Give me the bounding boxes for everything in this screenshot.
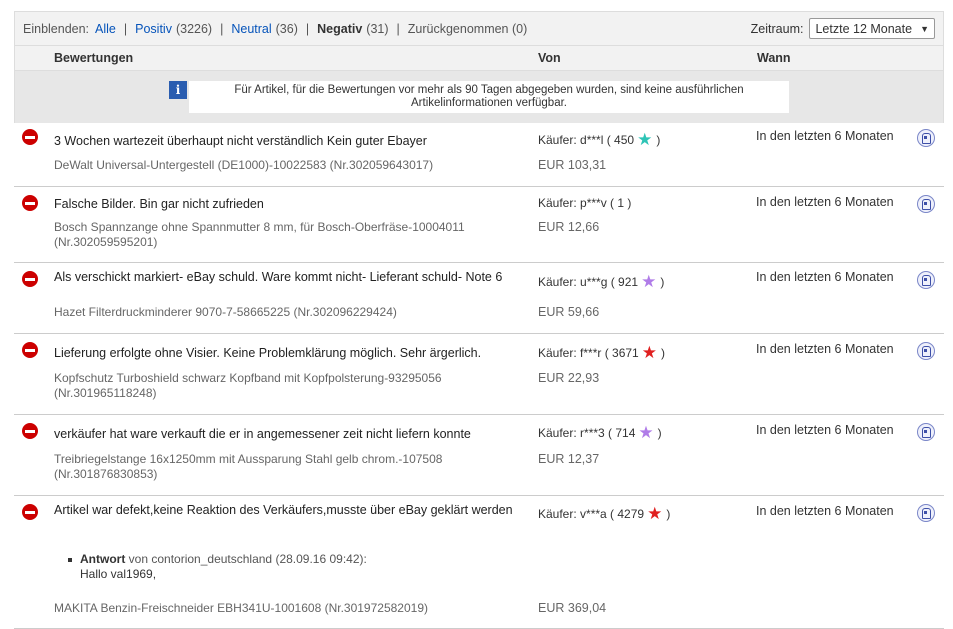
period-label: Zeitraum: xyxy=(750,21,804,36)
filter-neutral-link[interactable]: Neutral xyxy=(231,22,271,36)
star-icon: ★ xyxy=(647,504,663,523)
item-price: EUR 22,93 xyxy=(538,371,600,385)
table-row: verkäufer hat ware verkauft die er in an… xyxy=(14,415,944,496)
period-selector: Zeitraum: Letzte 12 Monate ▼ xyxy=(751,18,935,39)
negative-rating-icon xyxy=(22,195,38,211)
buyer-info: Käufer: f***r ( 3671 ★ ) xyxy=(538,343,665,362)
view-item-icon[interactable] xyxy=(917,129,935,147)
buyer-name: Käufer: f***r ( 3671 xyxy=(538,346,639,360)
feedback-time: In den letzten 6 Monaten xyxy=(756,270,894,284)
buyer-close: ) xyxy=(657,426,662,440)
item-title: Treibriegelstange 16x1250mm mit Aussparu… xyxy=(54,452,443,481)
buyer-name: Käufer: d***l ( 450 xyxy=(538,133,635,147)
column-header-when: Wann xyxy=(757,51,791,65)
buyer-name: Käufer: v***a ( 4279 xyxy=(538,507,645,521)
negative-rating-icon xyxy=(22,342,38,358)
period-value: Letzte 12 Monate xyxy=(815,21,913,36)
feedback-comment: Lieferung erfolgte ohne Visier. Keine Pr… xyxy=(54,346,482,360)
neutral-count: (36) xyxy=(275,21,298,36)
buyer-info: Käufer: r***3 ( 714 ★ ) xyxy=(538,423,662,442)
table-row: Falsche Bilder. Bin gar nicht zufrieden … xyxy=(14,187,944,263)
filter-positive-link[interactable]: Positiv xyxy=(135,22,172,36)
feedback-comment: Als verschickt markiert- eBay schuld. Wa… xyxy=(54,270,503,284)
item-title: Bosch Spannzange ohne Spannmutter 8 mm, … xyxy=(54,220,465,249)
filter-label: Einblenden: xyxy=(23,21,90,36)
buyer-name: Käufer: p***v ( 1 ) xyxy=(538,196,632,210)
item-title: DeWalt Universal-Untergestell (DE1000)-1… xyxy=(54,158,434,172)
view-item-icon[interactable] xyxy=(917,423,935,441)
feedback-time: In den letzten 6 Monaten xyxy=(756,195,894,209)
negative-rating-icon xyxy=(22,271,38,287)
separator: | xyxy=(305,21,310,36)
feedback-panel: Einblenden: Alle | Positiv (3226) | Neut… xyxy=(14,11,944,629)
star-icon: ★ xyxy=(637,130,653,149)
feedback-comment: verkäufer hat ware verkauft die er in an… xyxy=(54,427,471,441)
buyer-name: Käufer: u***g ( 921 xyxy=(538,275,639,289)
table-row: Lieferung erfolgte ohne Visier. Keine Pr… xyxy=(14,334,944,415)
feedback-time: In den letzten 6 Monaten xyxy=(756,129,894,143)
filter-bar: Einblenden: Alle | Positiv (3226) | Neut… xyxy=(14,11,944,45)
column-header-feedback: Bewertungen xyxy=(54,51,134,65)
view-item-icon[interactable] xyxy=(917,195,935,213)
filter-withdrawn: Zurückgenommen (0) xyxy=(407,21,528,36)
filter-negative-selected: Negativ xyxy=(317,21,363,36)
buyer-close: ) xyxy=(660,275,665,289)
reply-text: Hallo val1969, xyxy=(80,567,157,581)
buyer-info: Käufer: p***v ( 1 ) xyxy=(538,196,631,210)
reply-author: von contorion_deutschland (28.09.16 09:4… xyxy=(128,552,367,566)
feedback-comment: Artikel war defekt,keine Reaktion des Ve… xyxy=(54,503,513,517)
separator: | xyxy=(396,21,400,36)
feedback-comment: 3 Wochen wartezeit überhaupt nicht verst… xyxy=(54,134,427,148)
item-title: MAKITA Benzin-Freischneider EBH341U-1001… xyxy=(54,601,428,615)
negative-rating-icon xyxy=(22,129,38,145)
buyer-info: Käufer: u***g ( 921 ★ ) xyxy=(538,272,665,291)
item-title: Hazet Filterdruckminderer 9070-7-5866522… xyxy=(54,305,397,319)
filter-all-link[interactable]: Alle xyxy=(95,22,116,36)
table-header: Bewertungen Von Wann xyxy=(14,45,944,71)
item-price: EUR 369,04 xyxy=(538,601,607,615)
star-icon: ★ xyxy=(641,272,657,291)
bullet-icon xyxy=(68,558,72,562)
buyer-close: ) xyxy=(666,507,671,521)
separator: | xyxy=(220,21,224,36)
buyer-close: ) xyxy=(660,346,665,360)
seller-reply: Antwort von contorion_deutschland (28.09… xyxy=(68,552,367,582)
item-price: EUR 59,66 xyxy=(538,305,600,319)
view-item-icon[interactable] xyxy=(917,271,935,289)
table-row: Als verschickt markiert- eBay schuld. Wa… xyxy=(14,263,944,334)
item-price: EUR 103,31 xyxy=(538,158,607,172)
buyer-name: Käufer: r***3 ( 714 xyxy=(538,426,636,440)
negative-count: (31) xyxy=(366,21,389,36)
table-row: Artikel war defekt,keine Reaktion des Ve… xyxy=(14,496,944,629)
info-icon: i xyxy=(169,81,187,99)
feedback-time: In den letzten 6 Monaten xyxy=(756,342,894,356)
feedback-time: In den letzten 6 Monaten xyxy=(756,423,894,437)
separator: | xyxy=(123,21,128,36)
item-price: EUR 12,37 xyxy=(538,452,600,466)
view-item-icon[interactable] xyxy=(917,504,935,522)
table-row: 3 Wochen wartezeit überhaupt nicht verst… xyxy=(14,123,944,187)
buyer-info: Käufer: v***a ( 4279 ★ ) xyxy=(538,504,671,523)
buyer-close: ) xyxy=(656,133,661,147)
negative-rating-icon xyxy=(22,504,38,520)
info-banner: i Für Artikel, für die Bewertungen vor m… xyxy=(14,71,944,123)
view-item-icon[interactable] xyxy=(917,342,935,360)
item-title: Kopfschutz Turboshield schwarz Kopfband … xyxy=(54,371,442,400)
item-price: EUR 12,66 xyxy=(538,220,600,234)
negative-rating-icon xyxy=(22,423,38,439)
column-header-from: Von xyxy=(538,51,561,65)
feedback-time: In den letzten 6 Monaten xyxy=(756,504,894,518)
period-dropdown[interactable]: Letzte 12 Monate ▼ xyxy=(809,18,935,39)
positive-count: (3226) xyxy=(175,21,213,36)
buyer-info: Käufer: d***l ( 450 ★ ) xyxy=(538,130,661,149)
feedback-comment: Falsche Bilder. Bin gar nicht zufrieden xyxy=(54,197,264,211)
star-icon: ★ xyxy=(641,343,657,362)
reply-label: Antwort xyxy=(80,552,126,566)
dropdown-arrow-icon: ▼ xyxy=(920,23,929,34)
star-icon: ★ xyxy=(638,423,654,442)
info-text: Für Artikel, für die Bewertungen vor meh… xyxy=(189,81,789,113)
